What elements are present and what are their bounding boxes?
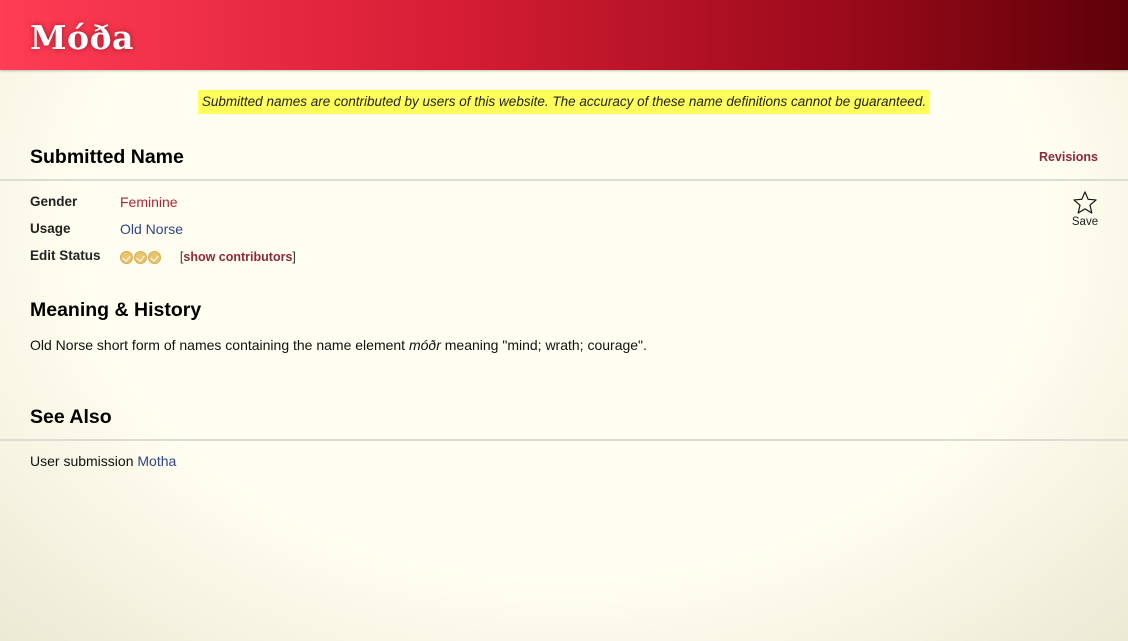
edit-status-label: Edit Status <box>30 248 101 263</box>
save-label: Save <box>1071 216 1099 228</box>
name-element: móðr <box>408 337 441 353</box>
gender-value: Feminine <box>120 191 178 213</box>
motha-link[interactable]: Motha <box>137 453 176 469</box>
meaning-text: Old Norse short form of names containing… <box>30 335 647 355</box>
gender-label: Gender <box>30 194 78 209</box>
contributors-toggle: [show contributors] <box>180 250 296 264</box>
see-also-text: User submission Motha <box>30 451 176 471</box>
check-circle-icon <box>134 251 147 265</box>
usage-label: Usage <box>30 221 71 236</box>
usage-link[interactable]: Old Norse <box>120 221 183 237</box>
usage-value: Old Norse <box>120 218 183 240</box>
disclaimer-banner: Submitted names are contributed by users… <box>0 90 1128 114</box>
contributors-bracket-close: ] <box>292 250 296 264</box>
page-title: Móða <box>30 18 134 57</box>
revisions-link[interactable]: Revisions <box>1039 150 1098 164</box>
see-also-divider <box>0 439 1128 441</box>
site-header: Móða <box>0 0 1128 70</box>
check-circle-icon <box>120 251 133 265</box>
meaning-text-after: meaning "mind; wrath; courage". <box>440 337 647 353</box>
see-also-heading: See Also <box>30 406 112 428</box>
meaning-text-before: Old Norse short form of names containing… <box>30 337 409 353</box>
check-circle-icon <box>148 251 161 265</box>
edit-status-checks <box>120 245 162 267</box>
show-contributors-link[interactable]: show contributors <box>183 250 292 264</box>
submitted-name-heading: Submitted Name <box>30 146 184 168</box>
section-divider <box>0 179 1128 181</box>
star-outline-icon <box>1073 191 1097 214</box>
see-also-prefix: User submission <box>30 453 138 469</box>
edit-status-value: [show contributors] <box>120 245 296 268</box>
disclaimer-text: Submitted names are contributed by users… <box>197 90 931 114</box>
save-button[interactable]: Save <box>1070 190 1100 229</box>
meaning-history-heading: Meaning & History <box>30 299 202 321</box>
gender-link[interactable]: Feminine <box>120 194 178 210</box>
